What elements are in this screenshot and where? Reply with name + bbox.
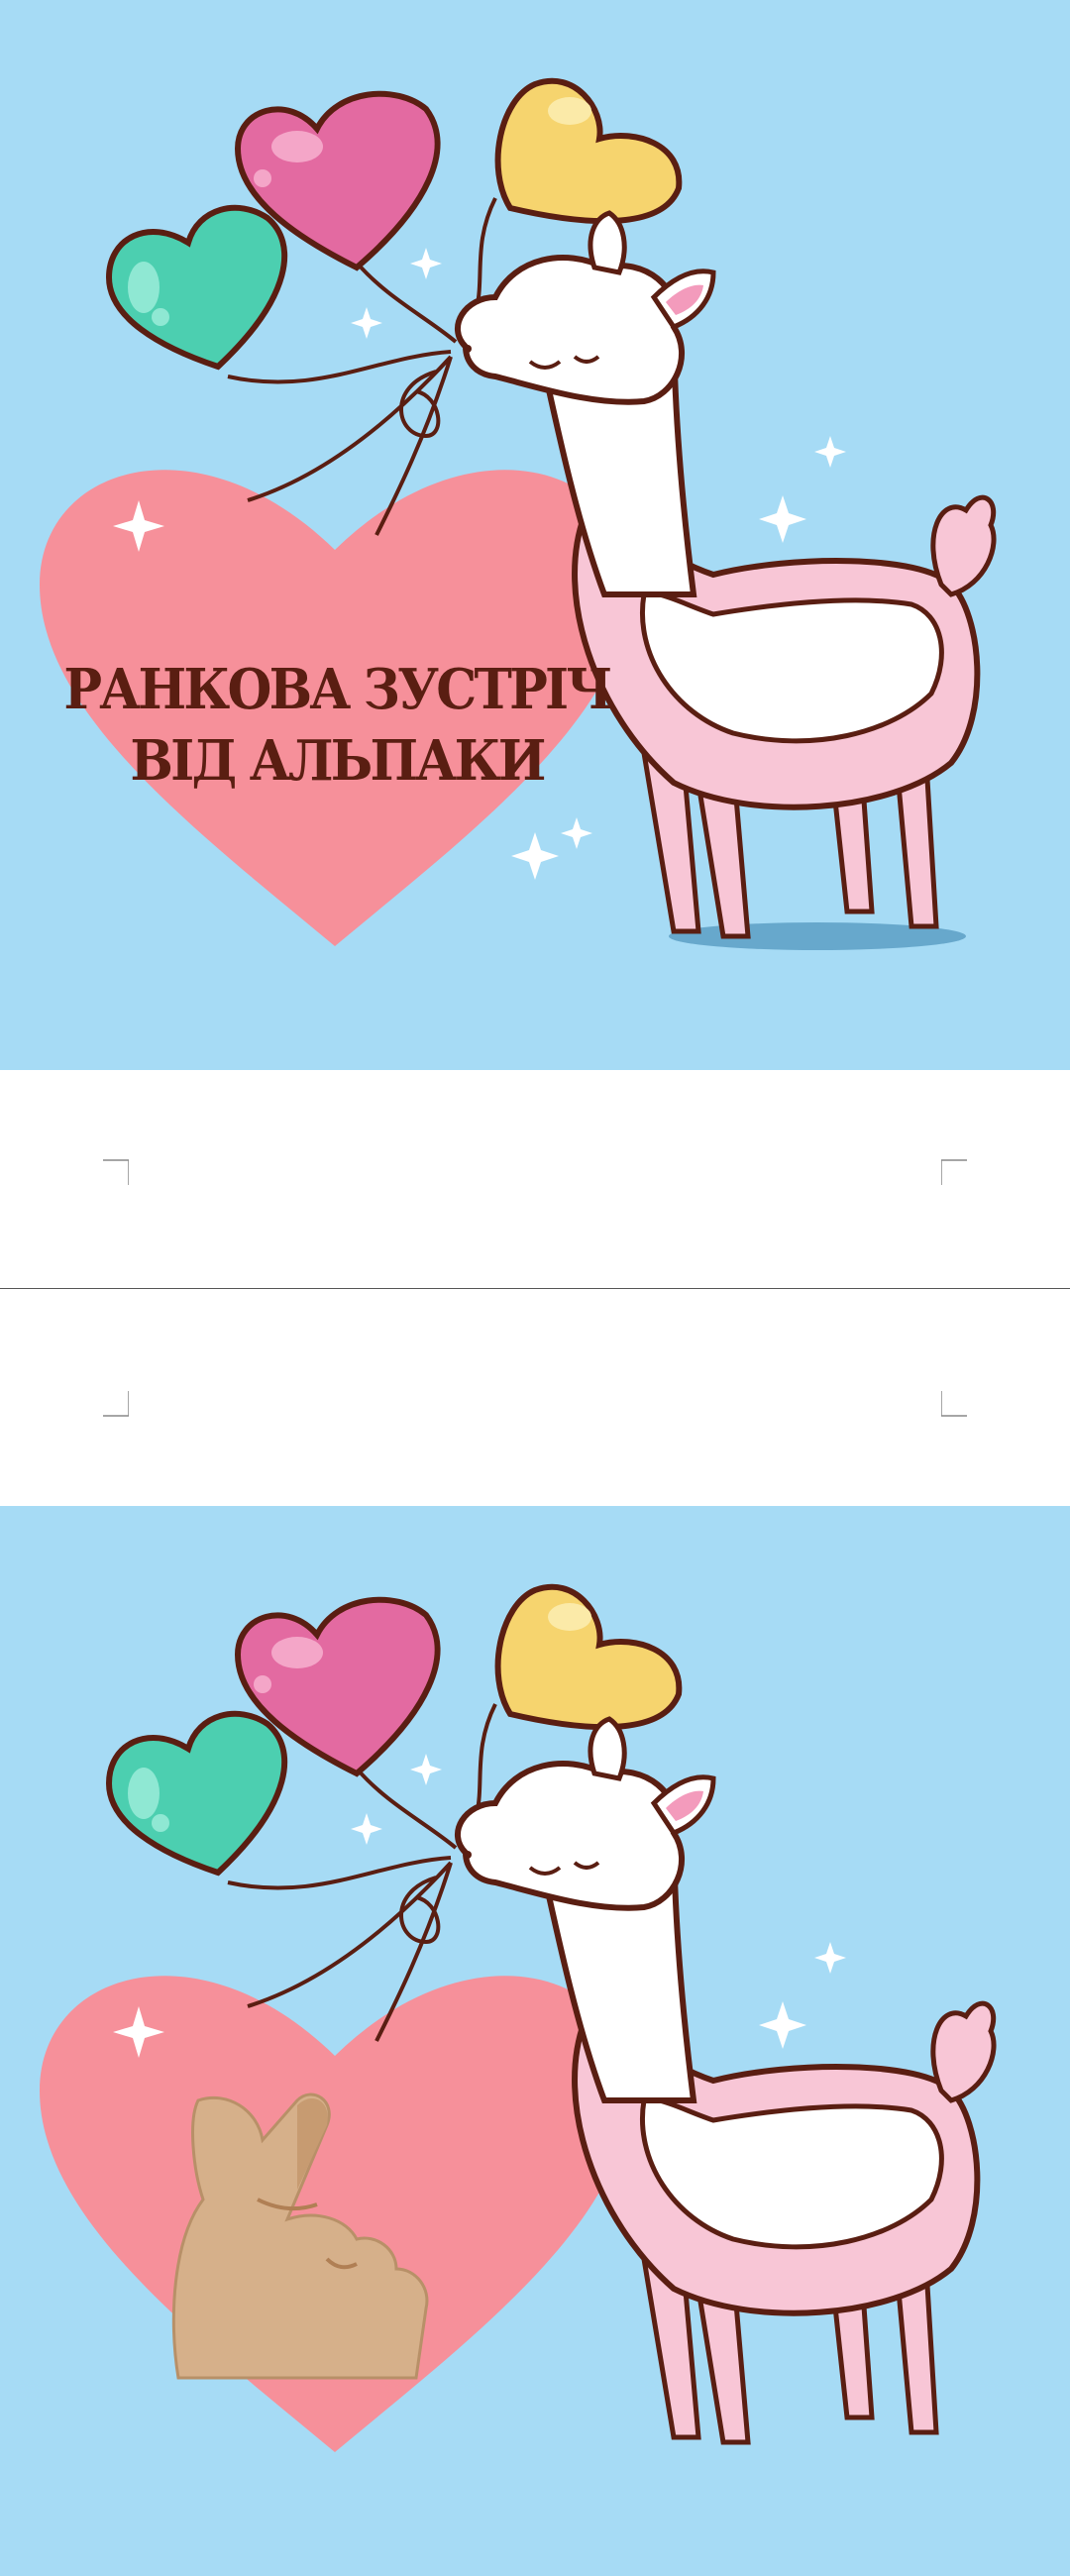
greeting-card-front: РАНКОВА ЗУСТРІЧ ВІД АЛЬПАКИ <box>0 0 1070 1070</box>
crop-mark-top-right-icon <box>941 1159 967 1185</box>
greeting-card-inside <box>0 1506 1070 2576</box>
crop-mark-bottom-right-icon <box>941 1391 967 1417</box>
title-line-2: ВІД АЛЬПАКИ <box>130 728 546 794</box>
page-divider <box>0 1288 1070 1289</box>
crop-mark-bottom-left-icon <box>103 1391 129 1417</box>
title-line-1: РАНКОВА ЗУСТРІЧ <box>63 657 612 722</box>
card-title: РАНКОВА ЗУСТРІЧ ВІД АЛЬПАКИ <box>63 654 612 797</box>
crop-mark-top-left-icon <box>103 1159 129 1185</box>
teal-balloon-icon <box>105 204 288 371</box>
alpaca-illustration <box>40 1583 997 2452</box>
big-heart-shape <box>40 1976 630 2452</box>
yellow-balloon-icon <box>494 1583 683 1731</box>
yellow-balloon-icon <box>494 77 683 225</box>
alpaca-illustration <box>40 77 997 950</box>
teal-balloon-icon <box>105 1710 288 1877</box>
